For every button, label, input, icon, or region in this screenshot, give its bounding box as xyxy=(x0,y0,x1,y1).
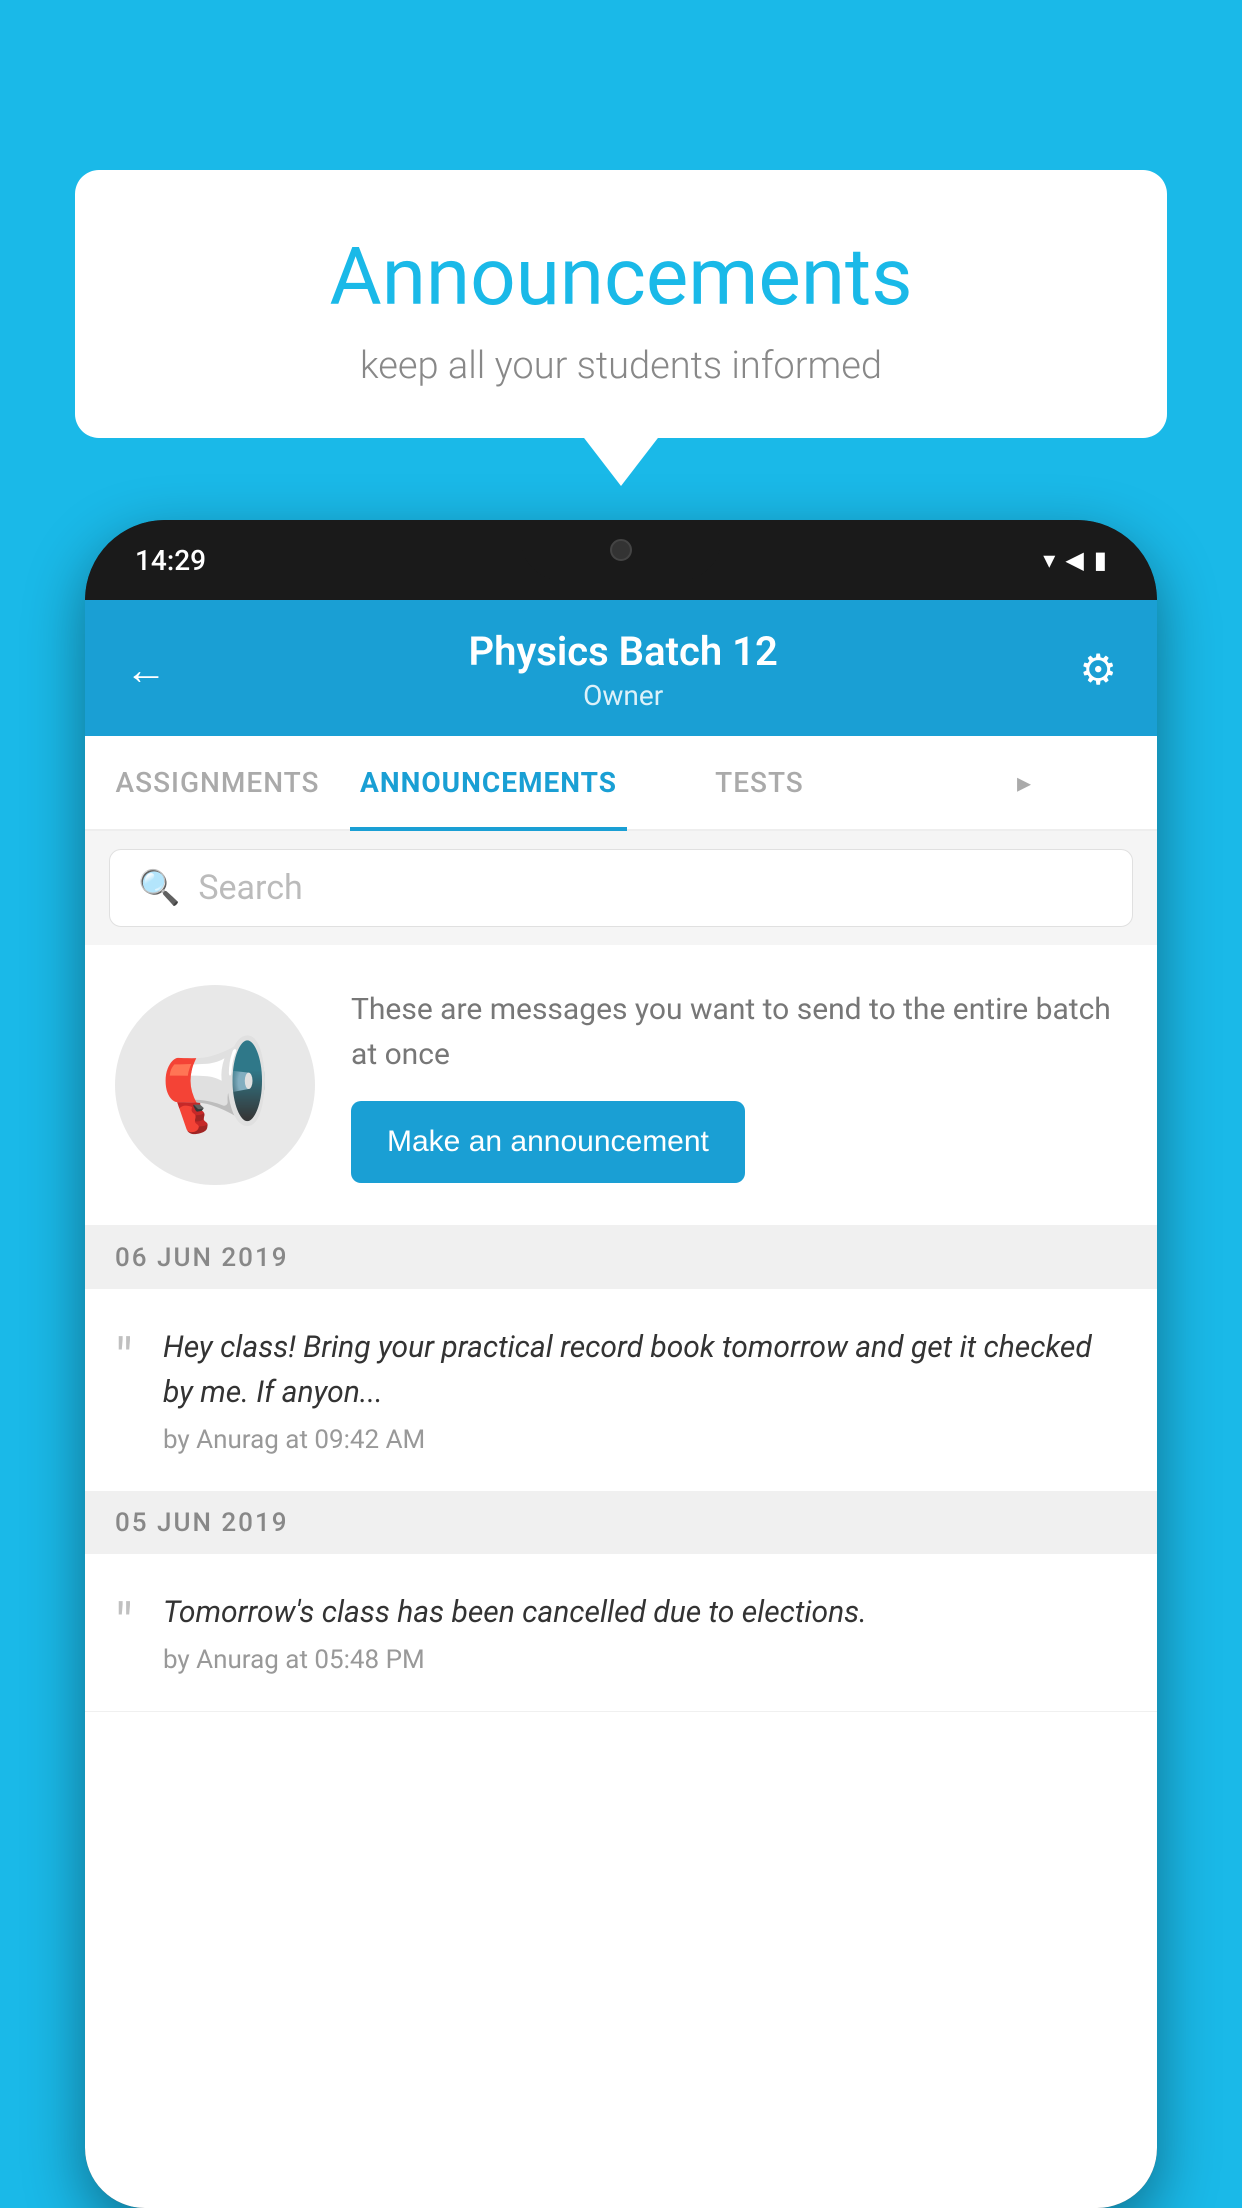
make-announcement-button[interactable]: Make an announcement xyxy=(351,1101,745,1183)
status-icons: ▾ ◀ ▮ xyxy=(1043,546,1107,574)
header-subtitle: Owner xyxy=(469,679,778,712)
wifi-icon: ▾ xyxy=(1043,546,1055,574)
notch xyxy=(521,520,721,580)
search-input[interactable]: Search xyxy=(198,868,302,908)
app-header: ← Physics Batch 12 Owner ⚙ xyxy=(85,600,1157,736)
date-separator-2: 05 JUN 2019 xyxy=(85,1492,1157,1554)
search-bar[interactable]: 🔍 Search xyxy=(109,849,1133,927)
quote-icon-2: " xyxy=(115,1590,133,1652)
cta-right: These are messages you want to send to t… xyxy=(351,987,1127,1183)
bubble-title: Announcements xyxy=(115,230,1127,324)
tab-assignments[interactable]: ASSIGNMENTS xyxy=(85,736,350,829)
tab-more[interactable]: ▸ xyxy=(892,736,1157,829)
phone-mockup: 14:29 ▾ ◀ ▮ ← Physics Batch 12 Owner ⚙ A… xyxy=(85,520,1157,2208)
announcement-meta-1: by Anurag at 09:42 AM xyxy=(163,1425,1127,1455)
cta-description: These are messages you want to send to t… xyxy=(351,987,1127,1077)
announcement-item-1[interactable]: " Hey class! Bring your practical record… xyxy=(85,1289,1157,1492)
search-icon: 🔍 xyxy=(138,868,180,908)
announcement-item-2[interactable]: " Tomorrow's class has been cancelled du… xyxy=(85,1554,1157,1712)
bubble-subtitle: keep all your students informed xyxy=(115,344,1127,388)
battery-icon: ▮ xyxy=(1094,546,1107,574)
settings-icon[interactable]: ⚙ xyxy=(1079,645,1117,695)
announcement-text-1: Hey class! Bring your practical record b… xyxy=(163,1325,1127,1415)
megaphone-icon: 📢 xyxy=(159,1033,271,1138)
signal-icon: ◀ xyxy=(1065,546,1083,574)
app-content: ← Physics Batch 12 Owner ⚙ ASSIGNMENTS A… xyxy=(85,600,1157,2208)
megaphone-circle: 📢 xyxy=(115,985,315,1185)
speech-bubble: Announcements keep all your students inf… xyxy=(75,170,1167,438)
tabs-bar: ASSIGNMENTS ANNOUNCEMENTS TESTS ▸ xyxy=(85,736,1157,831)
camera xyxy=(610,539,632,561)
header-title: Physics Batch 12 xyxy=(469,628,778,675)
announcement-meta-2: by Anurag at 05:48 PM xyxy=(163,1645,1127,1675)
announcement-cta: 📢 These are messages you want to send to… xyxy=(85,945,1157,1227)
announcement-text-2: Tomorrow's class has been cancelled due … xyxy=(163,1590,1127,1635)
announcement-text-area-1: Hey class! Bring your practical record b… xyxy=(163,1325,1127,1455)
quote-icon-1: " xyxy=(115,1325,133,1387)
tab-announcements[interactable]: ANNOUNCEMENTS xyxy=(350,736,627,829)
status-bar: 14:29 ▾ ◀ ▮ xyxy=(85,520,1157,600)
header-title-area: Physics Batch 12 Owner xyxy=(469,628,778,712)
search-container: 🔍 Search xyxy=(85,831,1157,945)
tab-tests[interactable]: TESTS xyxy=(627,736,892,829)
date-separator-1: 06 JUN 2019 xyxy=(85,1227,1157,1289)
back-button[interactable]: ← xyxy=(125,646,167,695)
status-time: 14:29 xyxy=(135,544,206,577)
announcement-text-area-2: Tomorrow's class has been cancelled due … xyxy=(163,1590,1127,1675)
